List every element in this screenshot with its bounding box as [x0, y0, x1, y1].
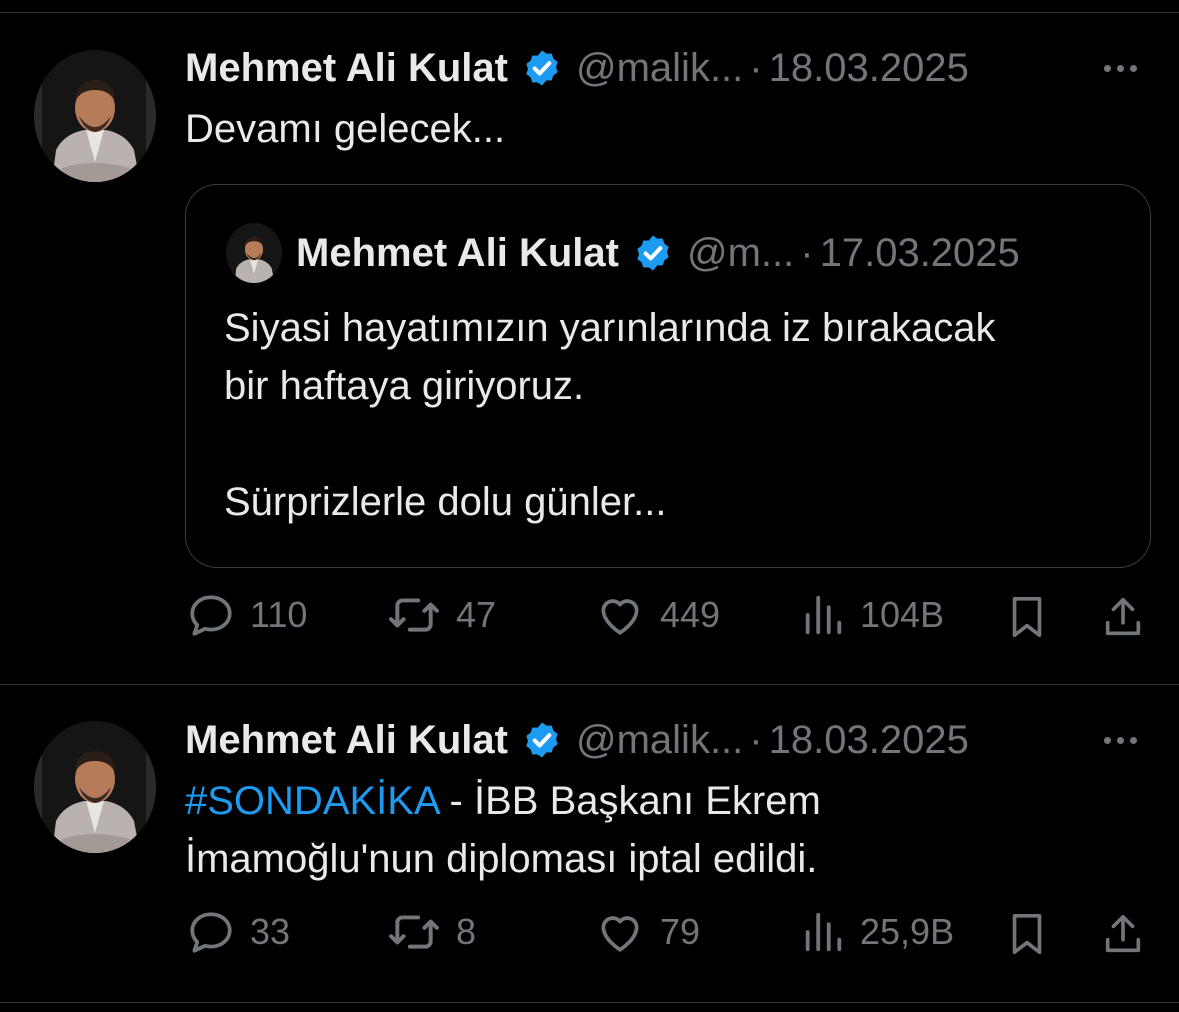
- like-count: 79: [660, 911, 701, 952]
- separator-dot: ·: [749, 718, 763, 762]
- verified-badge-icon: [637, 235, 669, 271]
- tweet-text-line-1: #SONDAKİKA - İBB Başkanı Ekrem: [185, 772, 821, 830]
- quoted-header: Mehmet Ali Kulat @m... · 17.03.2025: [296, 229, 1020, 277]
- share-button[interactable]: [1100, 590, 1146, 644]
- avatar[interactable]: [34, 721, 156, 853]
- verified-badge-icon: [526, 722, 558, 758]
- heart-icon: [601, 916, 639, 952]
- quoted-date: 17.03.2025: [819, 231, 1020, 275]
- quoted-tweet[interactable]: Mehmet Ali Kulat @m... · 17.03.2025 Siya…: [185, 184, 1151, 568]
- tweet-date[interactable]: 18.03.2025: [769, 716, 969, 764]
- repost-count: 47: [456, 594, 497, 635]
- views-button[interactable]: 25,9B: [800, 907, 954, 957]
- bookmark-button[interactable]: [1004, 907, 1050, 961]
- bookmark-button[interactable]: [1004, 590, 1050, 644]
- separator-dot: ·: [800, 231, 814, 275]
- share-button[interactable]: [1100, 907, 1146, 961]
- author-handle[interactable]: @malik...: [576, 716, 743, 764]
- view-count: 104B: [860, 594, 945, 635]
- reply-count: 110: [250, 594, 308, 635]
- verified-badge-icon: [526, 50, 558, 86]
- like-button[interactable]: 79: [594, 907, 700, 957]
- quoted-author-name: Mehmet Ali Kulat: [296, 231, 619, 275]
- tweet-header: Mehmet Ali Kulat @malik... · 18.03.2025: [185, 44, 969, 92]
- author-name[interactable]: Mehmet Ali Kulat: [185, 44, 508, 92]
- views-icon: [805, 595, 842, 635]
- reply-button[interactable]: 33: [186, 907, 290, 957]
- avatar[interactable]: [34, 50, 156, 182]
- tweet-actions: 110 47 449 104B: [0, 590, 1179, 650]
- quoted-text-line-2: bir haftaya giriyoruz.: [224, 364, 585, 408]
- reply-icon: [190, 595, 232, 636]
- quoted-avatar: [226, 223, 282, 283]
- heart-icon: [601, 599, 639, 635]
- views-icon: [805, 912, 842, 952]
- reply-count: 33: [250, 911, 291, 952]
- tweet-text-line-2: İmamoğlu'nun diploması iptal edildi.: [185, 837, 818, 881]
- view-count: 25,9B: [860, 911, 955, 952]
- share-icon: [1105, 914, 1141, 953]
- quoted-author-handle: @m...: [687, 231, 795, 275]
- repost-count: 8: [456, 911, 477, 952]
- tweet-header: Mehmet Ali Kulat @malik... · 18.03.2025: [185, 716, 969, 764]
- tweet-text: Devamı gelecek...: [185, 107, 506, 151]
- bookmark-icon: [1012, 913, 1042, 955]
- repost-button[interactable]: 47: [386, 590, 496, 640]
- hashtag-link[interactable]: #SONDAKİKA: [185, 779, 438, 823]
- reply-button[interactable]: 110: [186, 590, 307, 640]
- tweet-actions: 33 8 79 25,9B: [0, 907, 1179, 967]
- tweet-2[interactable]: Mehmet Ali Kulat @malik... · 18.03.2025 …: [0, 685, 1179, 1003]
- reply-icon: [190, 912, 232, 953]
- more-options-icon[interactable]: [1104, 730, 1137, 750]
- tweet-date[interactable]: 18.03.2025: [769, 44, 969, 92]
- like-button[interactable]: 449: [594, 590, 720, 640]
- quoted-text-line-1: Siyasi hayatımızın yarınlarında iz bırak…: [224, 306, 996, 350]
- more-options-icon[interactable]: [1104, 58, 1137, 78]
- repost-icon: [389, 598, 439, 632]
- repost-icon: [389, 915, 439, 949]
- author-handle[interactable]: @malik...: [576, 44, 743, 92]
- author-name[interactable]: Mehmet Ali Kulat: [185, 716, 508, 764]
- tweet-text-fragment: - İBB Başkanı Ekrem: [438, 779, 821, 823]
- quoted-text-line-3: Sürprizlerle dolu günler...: [224, 480, 667, 524]
- repost-button[interactable]: 8: [386, 907, 476, 957]
- like-count: 449: [660, 594, 721, 635]
- bookmark-icon: [1012, 596, 1042, 638]
- share-icon: [1105, 597, 1141, 636]
- tweet-1[interactable]: Mehmet Ali Kulat @malik... · 18.03.2025 …: [0, 0, 1179, 684]
- separator-dot: ·: [749, 46, 763, 90]
- views-button[interactable]: 104B: [800, 590, 944, 640]
- bottom-divider: [0, 1002, 1179, 1003]
